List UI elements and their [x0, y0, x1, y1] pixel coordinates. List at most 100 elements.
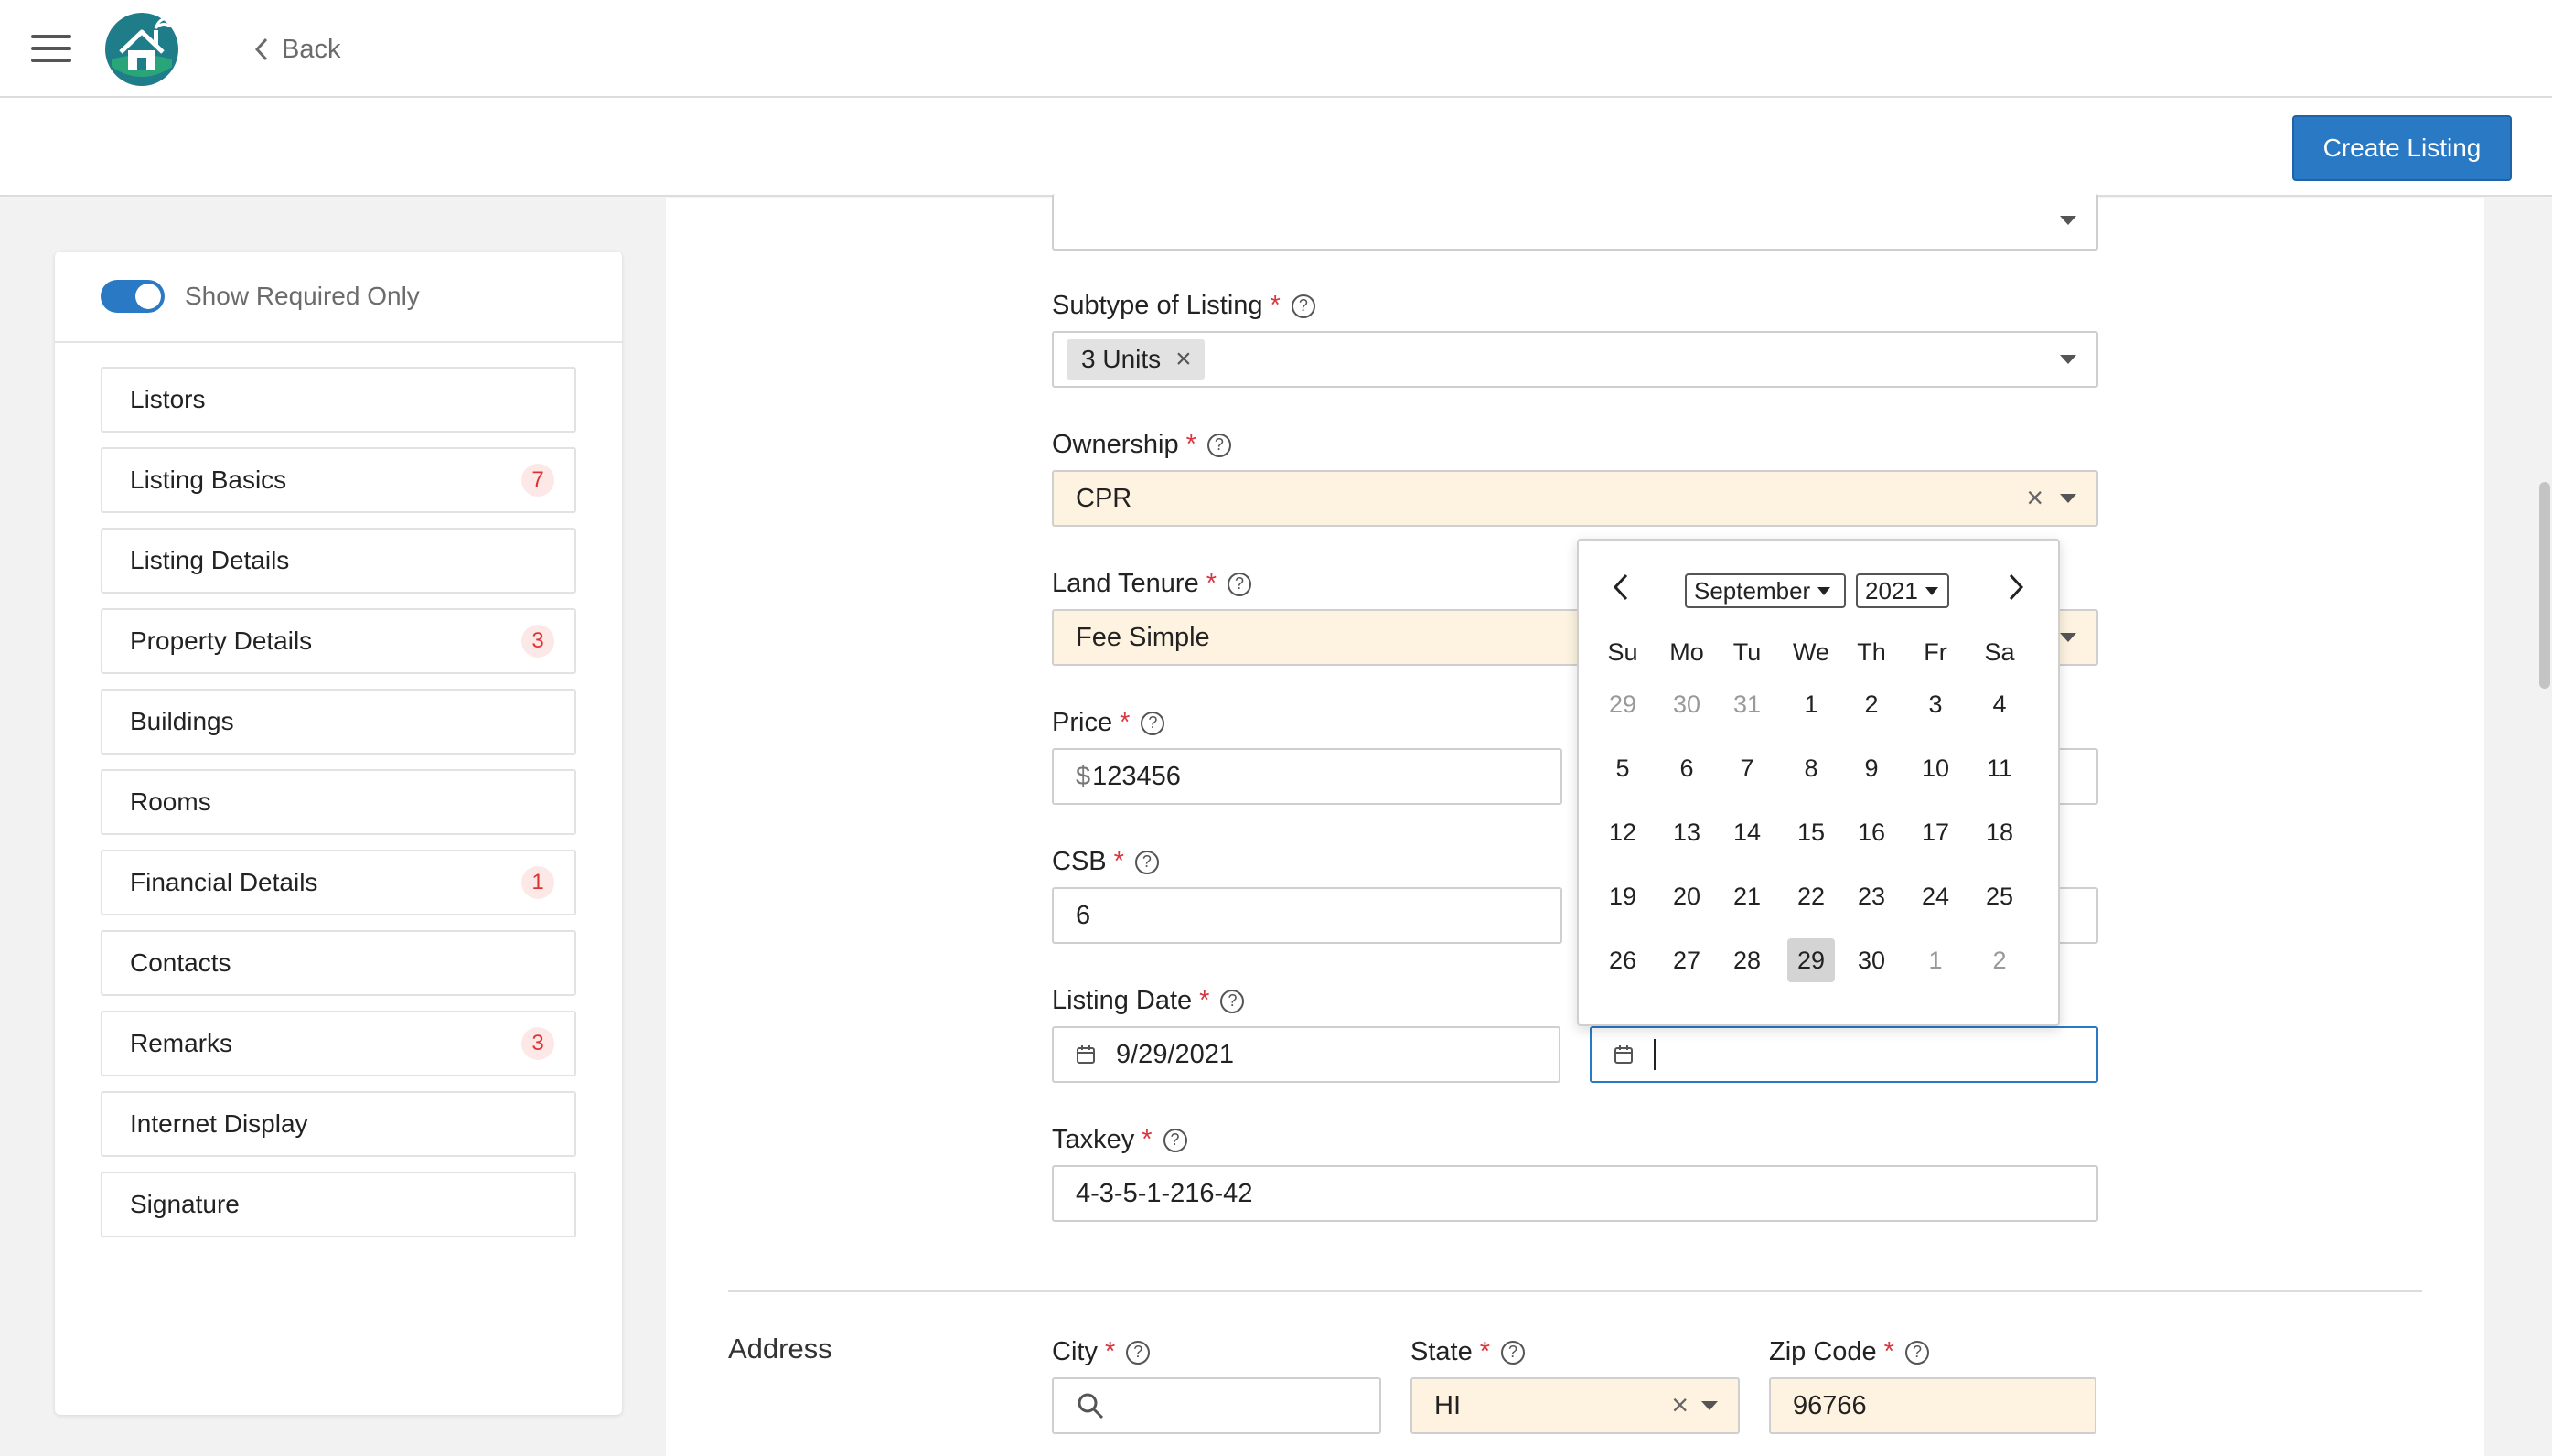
calendar-day[interactable]: 22 — [1787, 874, 1835, 918]
date-picker-popup: September 2021 Su Mo Tu We Th Fr Sa 29 30 31 1 2 3 4… — [1577, 539, 2060, 1026]
subtype-select[interactable]: 3 Units × — [1052, 331, 2098, 388]
calendar-day[interactable]: 3 — [1912, 682, 1959, 726]
calendar-day[interactable]: 24 — [1912, 874, 1959, 918]
sidebar-item-listing-basics[interactable]: Listing Basics 7 — [101, 447, 576, 513]
land-tenure-label-row: Land Tenure * ? — [1052, 569, 1252, 599]
calendar-day[interactable]: 4 — [1976, 682, 2023, 726]
required-mark: * — [1113, 847, 1124, 876]
calendar-day[interactable]: 29 — [1599, 682, 1646, 726]
sidebar-item-signature[interactable]: Signature — [101, 1172, 576, 1237]
calendar-day-selected[interactable]: 29 — [1787, 938, 1835, 982]
calendar-day[interactable]: 10 — [1912, 746, 1959, 790]
listing-date-label-row: Listing Date * ? — [1052, 986, 1245, 1016]
sidebar-item-contacts[interactable]: Contacts — [101, 930, 576, 996]
calendar-day[interactable]: 18 — [1976, 810, 2023, 854]
calendar-day[interactable]: 11 — [1976, 746, 2023, 790]
calendar-day[interactable]: 21 — [1723, 874, 1771, 918]
help-icon[interactable]: ? — [1228, 572, 1252, 596]
weekday-label: Fr — [1924, 638, 1947, 666]
sidebar-item-buildings[interactable]: Buildings — [101, 689, 576, 755]
year-select[interactable]: 2021 — [1856, 573, 1949, 608]
price-label-row: Price * ? — [1052, 708, 1165, 738]
required-mark: * — [1479, 1337, 1491, 1366]
show-required-toggle[interactable] — [101, 280, 165, 313]
calendar-day[interactable]: 16 — [1848, 810, 1895, 854]
listing-date-input[interactable]: 9/29/2021 — [1052, 1026, 1560, 1083]
state-select[interactable]: HI × — [1410, 1377, 1740, 1434]
calendar-day[interactable]: 27 — [1663, 938, 1710, 982]
calendar-icon — [1614, 1045, 1633, 1064]
month-select[interactable]: September — [1685, 573, 1846, 608]
city-label: City — [1052, 1337, 1098, 1366]
calendar-day[interactable]: 2 — [1976, 938, 2023, 982]
sidebar-item-rooms[interactable]: Rooms — [101, 769, 576, 835]
scrollbar-track[interactable] — [2536, 198, 2552, 1456]
calendar-day[interactable]: 19 — [1599, 874, 1646, 918]
sidebar-item-remarks[interactable]: Remarks 3 — [101, 1011, 576, 1076]
help-icon[interactable]: ? — [1206, 433, 1231, 457]
chevron-down-icon — [2060, 216, 2076, 225]
create-listing-button[interactable]: Create Listing — [2292, 115, 2512, 181]
calendar-day[interactable]: 31 — [1723, 682, 1771, 726]
calendar-day[interactable]: 14 — [1723, 810, 1771, 854]
sidebar-item-listors[interactable]: Listors — [101, 367, 576, 433]
calendar-day[interactable]: 28 — [1723, 938, 1771, 982]
help-icon[interactable]: ? — [1163, 1128, 1187, 1152]
calendar-day[interactable]: 9 — [1848, 746, 1895, 790]
calendar-day[interactable]: 13 — [1663, 810, 1710, 854]
weekday-label: Mo — [1669, 638, 1704, 666]
calendar-day[interactable]: 6 — [1663, 746, 1710, 790]
sidebar-item-internet-display[interactable]: Internet Display — [101, 1091, 576, 1157]
calendar-day[interactable]: 7 — [1723, 746, 1771, 790]
csb-input[interactable]: 6 — [1052, 887, 1562, 944]
sidebar-item-financial-details[interactable]: Financial Details 1 — [101, 850, 576, 915]
required-mark: * — [1104, 1337, 1116, 1366]
price-input[interactable]: $ 123456 — [1052, 748, 1562, 805]
sidebar-item-listing-details[interactable]: Listing Details — [101, 528, 576, 594]
listing-date-label: Listing Date — [1052, 986, 1193, 1015]
state-label: State — [1410, 1337, 1473, 1366]
land-tenure-value: Fee Simple — [1076, 622, 1210, 652]
help-icon[interactable]: ? — [1501, 1340, 1526, 1365]
calendar-day[interactable]: 12 — [1599, 810, 1646, 854]
calendar-day[interactable]: 30 — [1848, 938, 1895, 982]
close-icon[interactable]: × — [2026, 481, 2043, 515]
sidebar-item-property-details[interactable]: Property Details 3 — [101, 608, 576, 674]
calendar-day[interactable]: 26 — [1599, 938, 1646, 982]
help-icon[interactable]: ? — [1904, 1340, 1929, 1365]
calendar-day[interactable]: 1 — [1912, 938, 1959, 982]
expiration-date-input[interactable] — [1590, 1026, 2098, 1083]
chevron-right-icon[interactable] — [2005, 572, 2027, 603]
help-icon[interactable]: ? — [1141, 711, 1165, 735]
back-button[interactable]: Back — [254, 29, 340, 70]
taxkey-input[interactable]: 4-3-5-1-216-42 — [1052, 1165, 2098, 1222]
close-icon[interactable]: × — [1175, 344, 1192, 375]
close-icon[interactable]: × — [1671, 1388, 1689, 1422]
text-cursor — [1654, 1039, 1656, 1070]
zip-input[interactable]: 96766 — [1769, 1377, 2096, 1434]
calendar-day[interactable]: 17 — [1912, 810, 1959, 854]
calendar-day[interactable]: 20 — [1663, 874, 1710, 918]
help-icon[interactable]: ? — [1134, 850, 1159, 874]
hamburger-icon[interactable] — [31, 35, 71, 62]
chevron-left-icon[interactable] — [1610, 572, 1632, 603]
previous-select[interactable] — [1052, 194, 2098, 251]
calendar-day[interactable]: 8 — [1787, 746, 1835, 790]
calendar-day[interactable]: 1 — [1787, 682, 1835, 726]
help-icon[interactable]: ? — [1291, 294, 1315, 318]
help-icon[interactable]: ? — [1220, 989, 1245, 1013]
calendar-day[interactable]: 25 — [1976, 874, 2023, 918]
help-icon[interactable]: ? — [1126, 1340, 1151, 1365]
sidebar-item-label: Financial Details — [130, 868, 318, 896]
search-icon — [1078, 1393, 1104, 1419]
calendar-day[interactable]: 2 — [1848, 682, 1895, 726]
calendar-day[interactable]: 30 — [1663, 682, 1710, 726]
city-search-input[interactable] — [1052, 1377, 1381, 1434]
calendar-day[interactable]: 15 — [1787, 810, 1835, 854]
scrollbar-thumb[interactable] — [2539, 482, 2550, 689]
ownership-select[interactable]: CPR × — [1052, 470, 2098, 527]
calendar-day[interactable]: 5 — [1599, 746, 1646, 790]
logo-house-icon[interactable] — [104, 12, 179, 87]
required-mark: * — [1206, 569, 1217, 598]
calendar-day[interactable]: 23 — [1848, 874, 1895, 918]
